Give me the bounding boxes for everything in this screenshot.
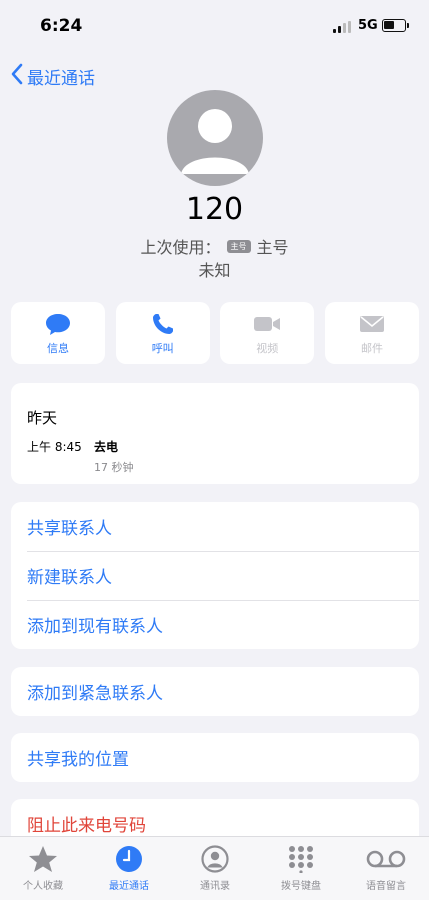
voicemail-icon [366, 844, 406, 874]
tab-voicemail[interactable]: 语音留言 [343, 837, 429, 900]
person-icon [181, 109, 249, 174]
status-bar: 6:24 5G [0, 0, 429, 56]
back-button[interactable]: 最近通话 [10, 62, 95, 90]
video-icon [253, 311, 281, 337]
status-time: 6:24 [40, 16, 83, 36]
location-card: 共享我的位置 [11, 733, 419, 782]
contact-options-card: 共享联系人 新建联系人 添加到现有联系人 [11, 502, 419, 649]
contact-avatar [167, 90, 263, 186]
chevron-left-icon [10, 63, 24, 89]
message-label: 信息 [47, 341, 69, 355]
battery-icon [382, 19, 409, 32]
call-type: 去电 [94, 440, 119, 454]
share-location-button[interactable]: 共享我的位置 [11, 733, 419, 782]
clock-icon [115, 844, 143, 874]
sim-label: 主号 [256, 238, 289, 257]
sim-badge: 主号 [226, 239, 251, 253]
tab-contacts-label: 通讯录 [200, 881, 230, 892]
tab-recents[interactable]: 最近通话 [86, 837, 172, 900]
phone-icon [151, 311, 175, 337]
keypad-icon [287, 844, 315, 874]
back-label: 最近通话 [27, 68, 95, 89]
signal-icon [333, 21, 353, 33]
tab-recents-label: 最近通话 [109, 881, 149, 892]
mail-button[interactable]: 邮件 [325, 302, 419, 364]
tab-keypad-label: 拨号键盘 [281, 881, 321, 892]
share-contact-button[interactable]: 共享联系人 [11, 502, 419, 551]
star-icon [28, 844, 58, 874]
video-button[interactable]: 视频 [220, 302, 315, 364]
call-label: 呼叫 [151, 341, 174, 355]
last-used-label: 上次使用： [140, 238, 221, 257]
call-time: 上午 8:45 [27, 440, 82, 454]
recent-call-card: 昨天 上午 8:45 去电 17 秒钟 [11, 383, 419, 484]
call-duration: 17 秒钟 [94, 461, 134, 474]
network-label: 5G [358, 18, 378, 33]
tab-keypad[interactable]: 拨号键盘 [258, 837, 344, 900]
contacts-icon [201, 844, 229, 874]
mail-label: 邮件 [361, 341, 383, 355]
add-existing-contact-button[interactable]: 添加到现有联系人 [11, 600, 419, 649]
message-button[interactable]: 信息 [11, 302, 105, 364]
new-contact-button[interactable]: 新建联系人 [11, 551, 419, 600]
action-buttons: 信息 呼叫 视频 邮件 [11, 302, 419, 364]
emergency-card: 添加到紧急联系人 [11, 667, 419, 716]
message-icon [45, 311, 71, 337]
contact-status: 未知 [198, 261, 231, 280]
tab-bar: 个人收藏 最近通话 通讯录 拨号键盘 语音留言 [0, 836, 429, 900]
tab-contacts[interactable]: 通讯录 [172, 837, 258, 900]
recent-day: 昨天 [27, 409, 58, 427]
last-used-line: 上次使用： 主号 主号 [0, 234, 429, 258]
video-label: 视频 [256, 341, 279, 355]
tab-voicemail-label: 语音留言 [366, 881, 406, 892]
add-emergency-contact-button[interactable]: 添加到紧急联系人 [11, 667, 419, 716]
tab-favorites-label: 个人收藏 [23, 881, 63, 892]
call-button[interactable]: 呼叫 [115, 302, 210, 364]
contact-number: 120 [185, 192, 244, 227]
mail-icon [359, 311, 385, 337]
tab-favorites[interactable]: 个人收藏 [0, 837, 86, 900]
